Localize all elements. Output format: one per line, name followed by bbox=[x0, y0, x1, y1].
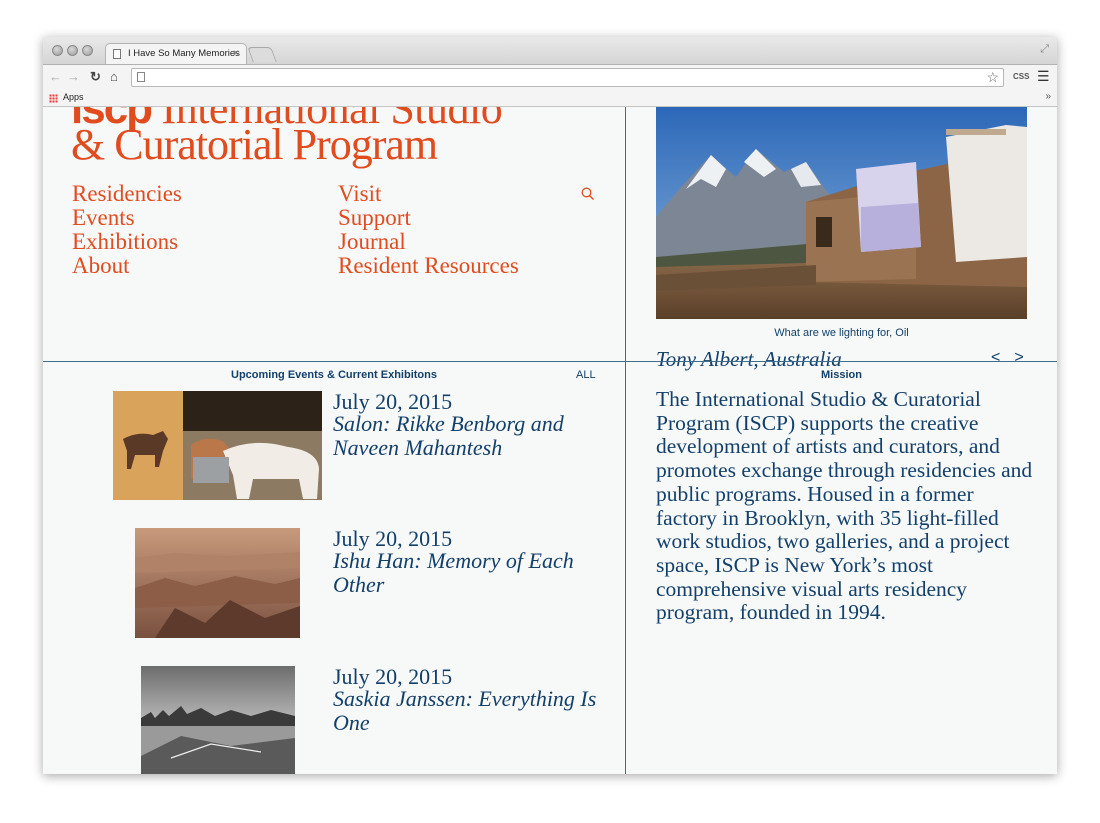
event-image[interactable] bbox=[141, 666, 295, 774]
browser-window: I Have So Many Memories × ⤢ ← → ↻ ⌂ ☆ CS… bbox=[43, 37, 1057, 774]
address-bar[interactable]: ☆ bbox=[131, 68, 1004, 87]
apps-bookmark[interactable]: Apps bbox=[63, 92, 84, 102]
back-arrow-icon[interactable]: ← bbox=[49, 69, 62, 85]
vertical-divider bbox=[625, 107, 626, 774]
nav-events[interactable]: Events bbox=[72, 206, 182, 230]
css-extension-button[interactable]: CSS bbox=[1013, 72, 1029, 81]
slide-controls: <> bbox=[991, 349, 1038, 367]
nav-resident-resources[interactable]: Resident Resources bbox=[338, 254, 519, 278]
forward-arrow-icon[interactable]: → bbox=[67, 69, 80, 85]
tab-title: I Have So Many Memories bbox=[128, 48, 240, 59]
fullscreen-icon[interactable]: ⤢ bbox=[1040, 43, 1049, 56]
page-viewport: iscp International Studio & Curatorial P… bbox=[43, 107, 1057, 774]
main-nav-left: Residencies Events Exhibitions About bbox=[72, 182, 182, 278]
bookmark-star-icon[interactable]: ☆ bbox=[986, 69, 999, 86]
mission-text: The International Studio & Curatorial Pr… bbox=[656, 387, 1033, 625]
event-title[interactable]: Saskia Janssen: Everything Is One bbox=[333, 687, 608, 735]
horizontal-divider bbox=[43, 361, 1057, 362]
tab-close-icon[interactable]: × bbox=[233, 44, 239, 64]
page-icon bbox=[113, 49, 121, 59]
main-nav-right: Visit Support Journal Resident Resources bbox=[338, 182, 519, 278]
bookmarks-more-icon[interactable]: » bbox=[1045, 91, 1051, 102]
slide-title[interactable]: Tony Albert, Australia bbox=[656, 347, 842, 372]
slide-prev-icon[interactable]: < bbox=[991, 349, 1014, 366]
new-tab-button[interactable] bbox=[247, 47, 277, 62]
bookmarks-bar: Apps » bbox=[43, 90, 1057, 107]
all-events-link[interactable]: ALL bbox=[576, 369, 596, 381]
menu-icon[interactable]: ☰ bbox=[1037, 68, 1050, 85]
hero-caption: What are we lighting for, Oil bbox=[774, 327, 909, 339]
tab-strip: I Have So Many Memories × ⤢ bbox=[43, 37, 1057, 64]
nav-exhibitions[interactable]: Exhibitions bbox=[72, 230, 182, 254]
event-title[interactable]: Ishu Han: Memory of Each Other bbox=[333, 549, 608, 597]
page-icon bbox=[137, 72, 145, 82]
logo-line2[interactable]: & Curatorial Program bbox=[71, 123, 438, 167]
search-icon[interactable] bbox=[581, 187, 594, 200]
nav-support[interactable]: Support bbox=[338, 206, 519, 230]
close-window-button[interactable] bbox=[52, 45, 63, 56]
mission-label: Mission bbox=[821, 369, 862, 381]
reload-icon[interactable]: ↻ bbox=[90, 69, 101, 85]
apps-grid-icon[interactable] bbox=[49, 94, 58, 103]
zoom-window-button[interactable] bbox=[82, 45, 93, 56]
home-icon[interactable]: ⌂ bbox=[110, 69, 118, 85]
event-title[interactable]: Salon: Rikke Benborg and Naveen Mahantes… bbox=[333, 412, 608, 460]
nav-residencies[interactable]: Residencies bbox=[72, 182, 182, 206]
events-section-label: Upcoming Events & Current Exhibitons bbox=[231, 369, 437, 381]
slide-next-icon[interactable]: > bbox=[1014, 349, 1037, 366]
nav-journal[interactable]: Journal bbox=[338, 230, 519, 254]
nav-about[interactable]: About bbox=[72, 254, 182, 278]
event-image[interactable] bbox=[135, 528, 300, 638]
browser-toolbar: ← → ↻ ⌂ ☆ CSS ☰ bbox=[43, 64, 1057, 90]
nav-visit[interactable]: Visit bbox=[338, 182, 519, 206]
browser-tab[interactable]: I Have So Many Memories × bbox=[105, 43, 247, 64]
event-image[interactable] bbox=[113, 391, 322, 500]
hero-image[interactable] bbox=[656, 107, 1027, 319]
minimize-window-button[interactable] bbox=[67, 45, 78, 56]
